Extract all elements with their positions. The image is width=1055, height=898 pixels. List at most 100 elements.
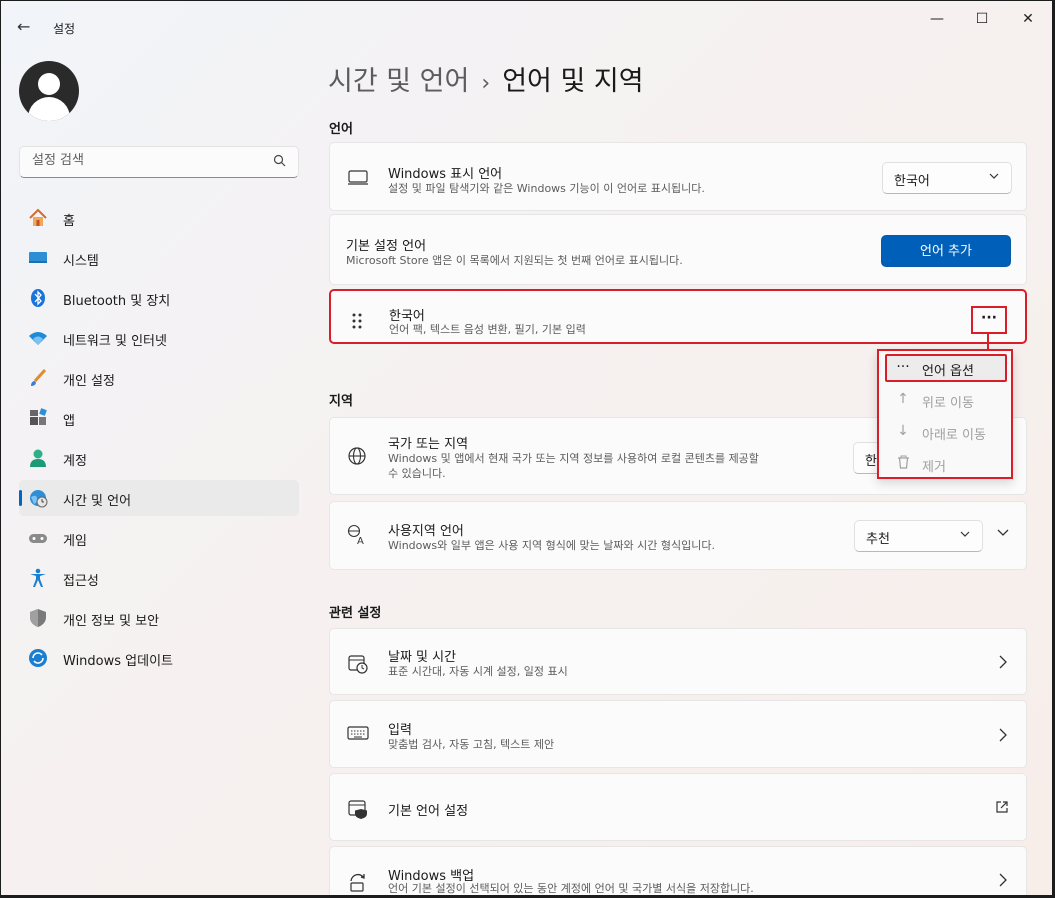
callout-connector [987, 334, 989, 349]
sidebar-item-label: 홈 [63, 214, 75, 229]
more-options-button[interactable]: ··· [971, 306, 1007, 334]
menu-item-move-down[interactable]: ↓ 아래로 이동 [885, 418, 1007, 446]
dropdown-value: 한 [865, 454, 877, 469]
sidebar-item-windows-update[interactable]: Windows 업데이트 [19, 640, 299, 676]
title-bar: ← 설정 — ☐ ✕ [1, 1, 1052, 41]
sidebar-item-label: 개인 정보 및 보안 [63, 614, 160, 629]
monitor-icon [347, 168, 369, 190]
sidebar-item-accessibility[interactable]: 접근성 [19, 560, 299, 596]
section-title-language: 언어 [329, 122, 353, 137]
language-format-icon: A [347, 524, 369, 547]
active-indicator [19, 490, 22, 506]
sidebar-item-gaming[interactable]: 게임 [19, 520, 299, 556]
related-admin-language-card[interactable]: 기본 언어 설정 [329, 773, 1027, 841]
sidebar-item-label: Bluetooth 및 장치 [63, 294, 171, 309]
related-item-desc: 언어 기본 설정이 선택되어 있는 동안 계정에 언어 및 국가별 서식을 저장… [388, 882, 754, 895]
breadcrumb-parent[interactable]: 시간 및 언어 [328, 66, 469, 97]
related-item-title: 기본 언어 설정 [388, 804, 469, 819]
close-button[interactable]: ✕ [1016, 11, 1040, 31]
chevron-right-icon [998, 873, 1008, 891]
gamepad-icon [28, 528, 48, 548]
menu-item-label: 아래로 이동 [922, 428, 986, 443]
chevron-down-icon [960, 529, 970, 542]
home-icon [28, 208, 48, 228]
clock-calendar-icon [347, 653, 369, 675]
related-item-title: 날짜 및 시간 [388, 650, 457, 665]
update-icon [28, 648, 48, 668]
maximize-button[interactable]: ☐ [970, 11, 994, 31]
apps-icon [28, 408, 48, 428]
backup-icon [347, 871, 369, 893]
related-item-desc: 표준 시간대, 자동 시계 설정, 일정 표시 [388, 665, 568, 678]
chevron-right-icon [998, 728, 1008, 746]
sidebar-item-apps[interactable]: 앱 [19, 400, 299, 436]
system-icon [28, 248, 48, 268]
trash-icon [894, 455, 912, 473]
menu-item-move-up[interactable]: ↑ 위로 이동 [885, 386, 1007, 414]
country-region-desc-line2: 수 있습니다. [388, 467, 446, 480]
sidebar-item-bluetooth[interactable]: Bluetooth 및 장치 [19, 280, 299, 316]
search-box[interactable] [19, 146, 299, 178]
sidebar-nav: 홈 시스템 Bluetooth 및 장치 네트워크 및 인터넷 개인 설정 앱 … [19, 200, 299, 680]
sidebar-item-label: 앱 [63, 414, 75, 429]
minimize-button[interactable]: — [925, 11, 949, 31]
page-title: 언어 및 지역 [502, 66, 644, 97]
back-button[interactable]: ← [17, 17, 37, 37]
regional-format-card: A 사용지역 언어 Windows와 일부 앱은 사용 지역 형식에 맞는 날짜… [329, 501, 1027, 570]
sidebar-item-label: 네트워크 및 인터넷 [63, 334, 167, 349]
sidebar-item-label: Windows 업데이트 [63, 654, 174, 669]
sidebar-item-time-language[interactable]: 시간 및 언어 [19, 480, 299, 516]
menu-item-language-options[interactable]: ··· 언어 옵션 [885, 354, 1007, 382]
time-language-icon [28, 488, 48, 508]
country-region-desc-line1: Windows 및 앱에서 현재 국가 또는 지역 정보를 사용하여 로컬 콘텐… [388, 452, 759, 465]
menu-item-remove[interactable]: 제거 [885, 450, 1007, 478]
sidebar-item-home[interactable]: 홈 [19, 200, 299, 236]
display-language-dropdown[interactable]: 한국어 [882, 162, 1012, 194]
settings-window: ← 설정 — ☐ ✕ 홈 시스템 Bluet [1, 1, 1052, 895]
sidebar-item-personalization[interactable]: 개인 설정 [19, 360, 299, 396]
sidebar-item-label: 계정 [63, 454, 87, 469]
expand-chevron-icon[interactable] [997, 526, 1009, 542]
section-title-related: 관련 설정 [329, 606, 382, 621]
sidebar-item-system[interactable]: 시스템 [19, 240, 299, 276]
breadcrumb: 시간 및 언어 › 언어 및 지역 [328, 59, 644, 98]
arrow-up-icon: ↑ [897, 391, 909, 407]
sidebar-item-label: 개인 설정 [63, 374, 115, 389]
search-input[interactable] [32, 153, 262, 168]
sidebar-item-label: 게임 [63, 534, 87, 549]
menu-item-label: 제거 [922, 460, 946, 475]
korean-language-desc: 언어 팩, 텍스트 음성 변환, 필기, 기본 입력 [389, 323, 586, 336]
sidebar-item-network[interactable]: 네트워크 및 인터넷 [19, 320, 299, 356]
chevron-down-icon [989, 171, 999, 184]
sidebar-item-label: 시간 및 언어 [63, 494, 132, 509]
chevron-right-icon [998, 655, 1008, 673]
keyboard-icon [347, 725, 369, 747]
related-date-time-card[interactable]: 날짜 및 시간 표준 시간대, 자동 시계 설정, 일정 표시 [329, 628, 1027, 695]
more-horizontal-icon: ··· [896, 359, 910, 375]
related-backup-card[interactable]: Windows 백업 언어 기본 설정이 선택되어 있는 동안 계정에 언어 및… [329, 846, 1027, 895]
related-item-title: 입력 [388, 723, 412, 738]
search-icon[interactable] [273, 154, 286, 170]
wifi-icon [28, 328, 48, 348]
sidebar-item-label: 접근성 [63, 574, 99, 589]
preferred-languages-title: 기본 설정 언어 [346, 239, 427, 254]
sidebar-item-accounts[interactable]: 계정 [19, 440, 299, 476]
regional-format-desc: Windows와 일부 앱은 사용 지역 형식에 맞는 날짜와 시간 형식입니다… [388, 539, 715, 552]
avatar[interactable] [19, 61, 79, 121]
preferred-languages-desc: Microsoft Store 앱은 이 목록에서 지원되는 첫 번째 언어로 … [346, 254, 683, 267]
related-typing-card[interactable]: 입력 맞춤법 검사, 자동 고침, 텍스트 제안 [329, 700, 1027, 768]
bluetooth-icon [28, 288, 48, 308]
korean-language-card[interactable]: 한국어 언어 팩, 텍스트 음성 변환, 필기, 기본 입력 [329, 289, 1027, 344]
display-language-card: Windows 표시 언어 설정 및 파일 탐색기와 같은 Windows 기능… [329, 142, 1027, 211]
section-title-region: 지역 [329, 394, 353, 409]
add-language-button[interactable]: 언어 추가 [881, 235, 1011, 267]
account-icon [28, 448, 48, 468]
regional-format-dropdown[interactable]: 추천 [854, 520, 983, 552]
drag-handle-icon[interactable] [351, 313, 363, 335]
dropdown-value: 한국어 [894, 174, 930, 189]
sidebar-item-privacy[interactable]: 개인 정보 및 보안 [19, 600, 299, 636]
app-title: 설정 [53, 22, 76, 36]
globe-icon [347, 446, 369, 468]
menu-item-label: 언어 옵션 [922, 364, 974, 379]
arrow-down-icon: ↓ [897, 423, 909, 439]
